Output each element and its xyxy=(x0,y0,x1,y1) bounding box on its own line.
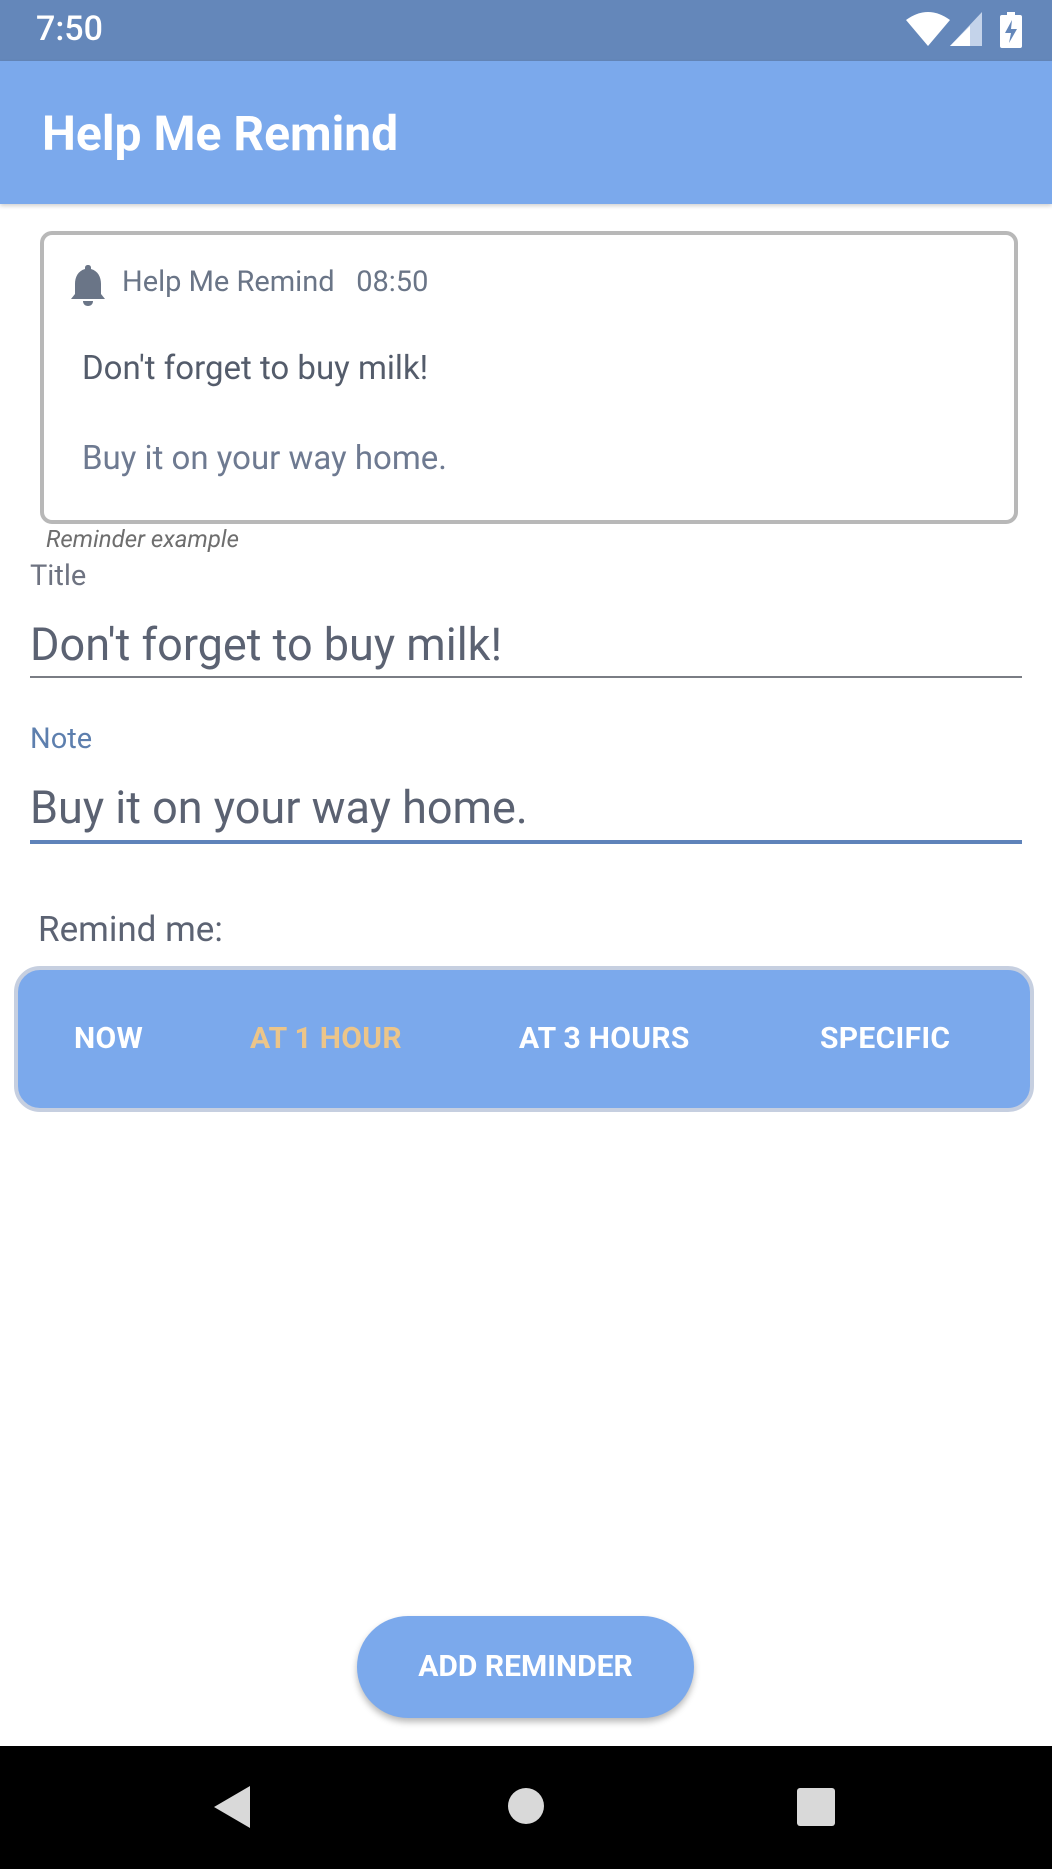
title-label: Title xyxy=(30,559,87,593)
navigation-bar xyxy=(0,1746,1052,1869)
status-bar: 7:50 xyxy=(0,0,1052,61)
title-input[interactable] xyxy=(30,612,1022,678)
remind-options-group: NOW AT 1 HOUR AT 3 HOURS SPECIFIC xyxy=(14,966,1034,1112)
preview-note: Buy it on your way home. xyxy=(82,439,447,478)
add-reminder-button[interactable]: ADD REMINDER xyxy=(357,1616,694,1718)
app-bar: Help Me Remind xyxy=(0,61,1052,204)
preview-app-name: Help Me Remind xyxy=(122,265,335,299)
remind-me-label: Remind me: xyxy=(38,909,223,950)
option-at-1-hour[interactable]: AT 1 HOUR xyxy=(250,970,402,1108)
option-specific[interactable]: SPECIFIC xyxy=(820,970,950,1108)
preview-time: 08:50 xyxy=(356,265,429,299)
cell-signal-icon xyxy=(950,12,982,46)
battery-charging-icon xyxy=(1000,12,1022,48)
preview-caption: Reminder example xyxy=(46,525,239,553)
preview-title: Don't forget to buy milk! xyxy=(82,349,429,388)
bell-icon xyxy=(71,265,105,306)
option-at-3-hours[interactable]: AT 3 HOURS xyxy=(519,970,690,1108)
recents-icon[interactable] xyxy=(796,1787,836,1827)
preview-header: Help Me Remind 08:50 xyxy=(122,265,428,299)
status-time: 7:50 xyxy=(36,9,103,49)
wifi-icon xyxy=(906,12,950,46)
app-title: Help Me Remind xyxy=(42,105,399,162)
reminder-preview-card: Help Me Remind 08:50 Don't forget to buy… xyxy=(40,231,1018,524)
home-icon[interactable] xyxy=(506,1786,546,1826)
note-input[interactable] xyxy=(30,775,1022,844)
option-now[interactable]: NOW xyxy=(74,970,143,1108)
note-label: Note xyxy=(30,722,93,756)
back-icon[interactable] xyxy=(212,1784,252,1830)
